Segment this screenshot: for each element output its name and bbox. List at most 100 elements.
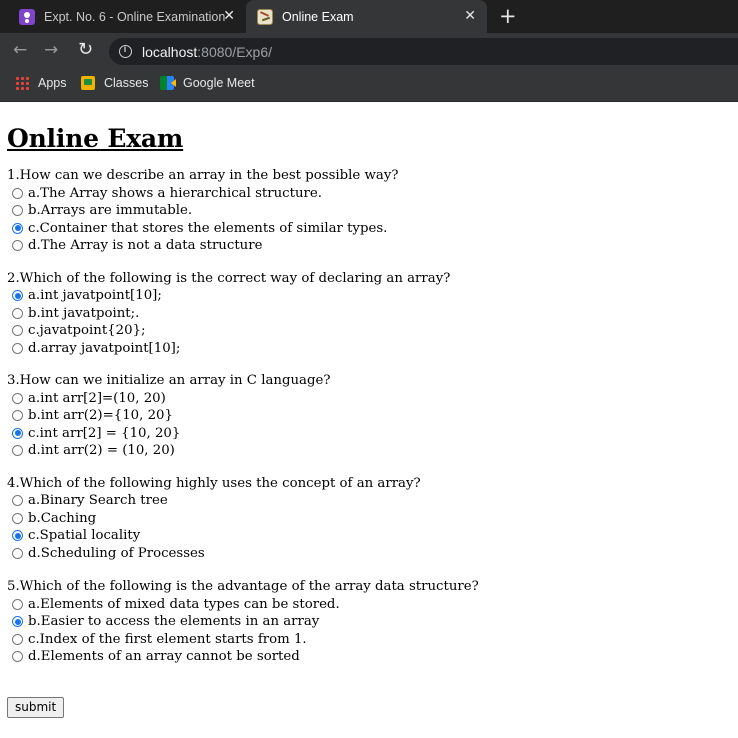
radio-button[interactable] bbox=[12, 495, 23, 507]
option-label: b.int arr(2)={10, 20} bbox=[28, 408, 173, 423]
answer-option[interactable]: d.Elements of an array cannot be sorted bbox=[7, 648, 727, 666]
tab-expt-no-6[interactable]: Expt. No. 6 - Online Examination ✕ bbox=[8, 0, 246, 33]
question-text: 3.How can we initialize an array in C la… bbox=[7, 373, 331, 388]
bookmark-label: Classes bbox=[104, 76, 149, 90]
submit-button[interactable]: submit bbox=[7, 697, 65, 718]
radio-button[interactable] bbox=[12, 392, 23, 404]
questions-list: 1.How can we describe an array in the be… bbox=[7, 167, 727, 666]
forward-arrow-icon[interactable]: → bbox=[44, 40, 58, 60]
question-text: 4.Which of the following highly uses the… bbox=[7, 475, 421, 491]
option-label: b.int javatpoint;. bbox=[28, 305, 140, 321]
option-label: d.array javatpoint[10]; bbox=[28, 340, 181, 356]
question-block: 5.Which of the following is the advantag… bbox=[7, 578, 727, 666]
radio-button-checked[interactable] bbox=[12, 530, 23, 542]
option-label: d.The Array is not a data structure bbox=[28, 238, 263, 253]
option-label: c.int arr[2] = {10, 20} bbox=[28, 425, 181, 441]
answer-option[interactable]: d.array javatpoint[10]; bbox=[7, 340, 727, 358]
answer-option[interactable]: c.int arr[2] = {10, 20} bbox=[7, 425, 727, 443]
tab-online-exam[interactable]: Online Exam ✕ bbox=[246, 0, 487, 33]
option-label: c.Index of the first element starts from… bbox=[28, 631, 307, 647]
apps-grid-icon bbox=[15, 76, 29, 90]
radio-button-checked[interactable] bbox=[12, 290, 23, 302]
google-meet-icon bbox=[160, 76, 174, 90]
answer-option[interactable]: a.The Array shows a hierarchical structu… bbox=[7, 185, 727, 203]
option-label: b.Easier to access the elements in an ar… bbox=[28, 614, 320, 629]
radio-button[interactable] bbox=[12, 342, 23, 354]
radio-button[interactable] bbox=[12, 512, 23, 524]
option-label: d.Scheduling of Processes bbox=[28, 545, 205, 561]
radio-button[interactable] bbox=[12, 445, 23, 457]
answer-option[interactable]: d.The Array is not a data structure bbox=[7, 237, 727, 255]
answer-option[interactable]: c.javatpoint{20}; bbox=[7, 322, 727, 340]
question-text: 5.Which of the following is the advantag… bbox=[7, 579, 479, 594]
new-tab-button[interactable]: + bbox=[499, 5, 517, 27]
option-label: a.Binary Search tree bbox=[28, 493, 168, 508]
exam-page-icon bbox=[257, 8, 273, 25]
radio-button[interactable] bbox=[12, 651, 23, 663]
option-label: c.Container that stores the elements of … bbox=[28, 220, 388, 236]
tab-title: Expt. No. 6 - Online Examination bbox=[44, 9, 226, 24]
answer-option[interactable]: a.Elements of mixed data types can be st… bbox=[7, 596, 727, 614]
radio-button-checked[interactable] bbox=[12, 222, 23, 234]
answer-option[interactable]: d.Scheduling of Processes bbox=[7, 545, 727, 563]
tab-strip: Expt. No. 6 - Online Examination ✕ Onlin… bbox=[0, 0, 738, 33]
option-label: b.Caching bbox=[28, 510, 97, 526]
radio-button[interactable] bbox=[12, 187, 23, 199]
back-arrow-icon[interactable]: ← bbox=[13, 40, 27, 60]
answer-option[interactable]: a.int javatpoint[10]; bbox=[7, 287, 727, 305]
address-bar[interactable]: localhost:8080/Exp6/ bbox=[109, 38, 738, 65]
classroom-icon bbox=[19, 8, 35, 25]
radio-button[interactable] bbox=[12, 307, 23, 319]
radio-button[interactable] bbox=[12, 325, 23, 337]
radio-button[interactable] bbox=[12, 547, 23, 559]
option-label: c.Spatial locality bbox=[28, 528, 141, 543]
answer-option[interactable]: a.int arr[2]=(10, 20) bbox=[7, 390, 727, 408]
bookmark-label: Apps bbox=[38, 76, 67, 90]
question-text: 2.Which of the following is the correct … bbox=[7, 270, 451, 286]
bookmark-label: Google Meet bbox=[183, 76, 255, 90]
option-label: d.int arr(2) = (10, 20) bbox=[28, 443, 175, 458]
tab-title: Online Exam bbox=[282, 9, 354, 24]
option-label: a.int arr[2]=(10, 20) bbox=[28, 390, 166, 406]
reload-icon[interactable]: ↻ bbox=[78, 40, 93, 60]
answer-option[interactable]: b.int javatpoint;. bbox=[7, 305, 727, 323]
bookmark-apps[interactable]: Apps bbox=[15, 76, 67, 90]
radio-button[interactable] bbox=[12, 633, 23, 645]
radio-button-checked[interactable] bbox=[12, 427, 23, 439]
answer-option[interactable]: c.Container that stores the elements of … bbox=[7, 220, 727, 238]
question-text: 1.How can we describe an array in the be… bbox=[7, 168, 399, 183]
question-block: 4.Which of the following highly uses the… bbox=[7, 475, 727, 563]
close-tab-icon[interactable]: ✕ bbox=[223, 8, 235, 24]
page-title: Online Exam bbox=[7, 124, 184, 153]
answer-option[interactable]: b.Arrays are immutable. bbox=[7, 202, 727, 220]
url-text[interactable]: localhost:8080/Exp6/ bbox=[142, 44, 272, 60]
radio-button[interactable] bbox=[12, 410, 23, 422]
url-path: :8080/Exp6/ bbox=[197, 43, 272, 60]
option-label: a.int javatpoint[10]; bbox=[28, 288, 162, 303]
radio-button-checked[interactable] bbox=[12, 616, 23, 628]
answer-option[interactable]: b.Caching bbox=[7, 510, 727, 528]
page-content: Online Exam 1.How can we describe an arr… bbox=[7, 103, 727, 666]
radio-button[interactable] bbox=[12, 205, 23, 217]
option-label: b.Arrays are immutable. bbox=[28, 203, 193, 218]
option-label: a.Elements of mixed data types can be st… bbox=[28, 596, 340, 612]
classroom-icon bbox=[81, 76, 95, 90]
site-info-icon[interactable] bbox=[119, 44, 132, 58]
option-label: d.Elements of an array cannot be sorted bbox=[28, 649, 300, 664]
answer-option[interactable]: a.Binary Search tree bbox=[7, 492, 727, 510]
question-block: 3.How can we initialize an array in C la… bbox=[7, 372, 727, 460]
radio-button[interactable] bbox=[12, 598, 23, 610]
question-block: 1.How can we describe an array in the be… bbox=[7, 167, 727, 255]
url-host: localhost bbox=[142, 43, 198, 60]
answer-option[interactable]: b.Easier to access the elements in an ar… bbox=[7, 613, 727, 631]
bookmark-google-meet[interactable]: Google Meet bbox=[160, 76, 255, 90]
close-tab-icon[interactable]: ✕ bbox=[464, 8, 476, 24]
answer-option[interactable]: d.int arr(2) = (10, 20) bbox=[7, 442, 727, 460]
answer-option[interactable]: c.Spatial locality bbox=[7, 527, 727, 545]
bookmark-classes[interactable]: Classes bbox=[81, 76, 148, 90]
answer-option[interactable]: c.Index of the first element starts from… bbox=[7, 631, 727, 649]
bookmarks-bar: Apps Classes Google Meet bbox=[0, 69, 738, 102]
answer-option[interactable]: b.int arr(2)={10, 20} bbox=[7, 407, 727, 425]
question-block: 2.Which of the following is the correct … bbox=[7, 270, 727, 358]
radio-button[interactable] bbox=[12, 240, 23, 252]
